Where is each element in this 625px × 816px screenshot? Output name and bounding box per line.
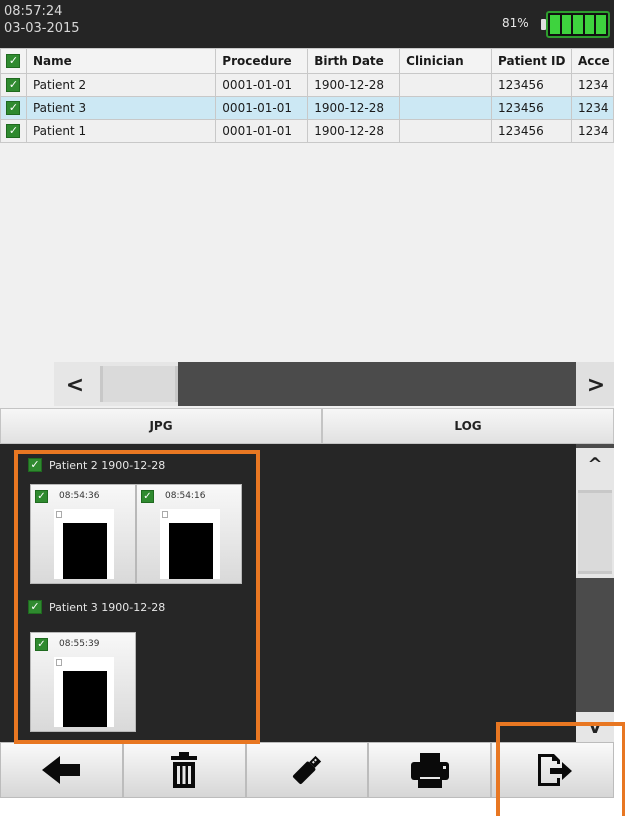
trash-icon — [171, 752, 198, 788]
select-all-checkbox[interactable]: ✓ — [0, 48, 27, 74]
cell-clinician — [399, 73, 492, 97]
cell-accession: 1234 — [570, 73, 614, 97]
cell-procedure: 0001-01-01 — [215, 96, 309, 120]
patient-list: ✓ Name Procedure Birth Date Clinician Pa… — [0, 48, 614, 356]
row-checkbox[interactable]: ✓ — [0, 119, 27, 143]
scroll-thumb[interactable] — [100, 366, 178, 402]
cell-birth-date: 1900-12-28 — [307, 96, 401, 120]
scroll-thumb[interactable] — [578, 490, 612, 574]
file-type-tabs: JPG LOG — [0, 408, 614, 444]
delete-button[interactable] — [122, 742, 246, 798]
column-header-accession[interactable]: Acce — [570, 48, 614, 74]
row-checkbox[interactable]: ✓ — [0, 73, 27, 97]
scroll-right-button[interactable]: > — [578, 366, 614, 404]
back-button[interactable] — [0, 742, 123, 798]
highlight-box-gallery — [14, 450, 260, 744]
cell-accession: 1234 — [570, 119, 614, 143]
cell-procedure: 0001-01-01 — [215, 119, 309, 143]
cell-name: Patient 3 — [25, 96, 217, 120]
back-arrow-icon — [42, 756, 81, 784]
status-bar: 08:57:24 03-03-2015 81% — [0, 0, 614, 48]
horizontal-scrollbar[interactable]: < > — [0, 362, 614, 406]
scroll-up-button[interactable]: ^ — [576, 448, 614, 480]
table-row[interactable]: ✓ Patient 3 0001-01-01 1900-12-28 123456… — [0, 96, 614, 120]
table-row[interactable]: ✓ Patient 2 0001-01-01 1900-12-28 123456… — [0, 73, 614, 97]
column-header-name[interactable]: Name — [25, 48, 217, 74]
date-label: 03-03-2015 — [4, 21, 80, 36]
tab-log[interactable]: LOG — [322, 408, 614, 444]
scroll-track[interactable] — [178, 362, 576, 406]
cell-procedure: 0001-01-01 — [215, 73, 309, 97]
battery-percent: 81% — [502, 16, 529, 30]
column-header-procedure[interactable]: Procedure — [215, 48, 309, 74]
cell-birth-date: 1900-12-28 — [307, 119, 401, 143]
scroll-left-button[interactable]: < — [56, 366, 94, 404]
cell-name: Patient 2 — [25, 73, 217, 97]
cell-clinician — [399, 96, 492, 120]
tab-jpg[interactable]: JPG — [0, 408, 322, 444]
time-label: 08:57:24 — [4, 4, 63, 19]
usb-export-button[interactable] — [245, 742, 369, 798]
cell-patient-id: 123456 — [491, 96, 572, 120]
usb-drive-icon — [292, 755, 322, 785]
cell-name: Patient 1 — [25, 119, 217, 143]
table-row[interactable]: ✓ Patient 1 0001-01-01 1900-12-28 123456… — [0, 119, 614, 143]
row-checkbox[interactable]: ✓ — [0, 96, 27, 120]
clock: 08:57:24 03-03-2015 — [4, 3, 80, 37]
patient-table: ✓ Name Procedure Birth Date Clinician Pa… — [0, 48, 614, 143]
table-header-row: ✓ Name Procedure Birth Date Clinician Pa… — [0, 48, 614, 74]
column-header-patient-id[interactable]: Patient ID — [491, 48, 572, 74]
vertical-scrollbar[interactable]: ^ v — [576, 444, 614, 742]
battery-icon — [546, 11, 610, 38]
printer-icon — [410, 753, 449, 788]
cell-clinician — [399, 119, 492, 143]
print-button[interactable] — [368, 742, 492, 798]
column-header-clinician[interactable]: Clinician — [399, 48, 492, 74]
cell-patient-id: 123456 — [491, 73, 572, 97]
cell-patient-id: 123456 — [491, 119, 572, 143]
cell-accession: 1234 — [570, 96, 614, 120]
highlight-box-export — [496, 722, 625, 816]
cell-birth-date: 1900-12-28 — [307, 73, 401, 97]
column-header-birth-date[interactable]: Birth Date — [307, 48, 401, 74]
